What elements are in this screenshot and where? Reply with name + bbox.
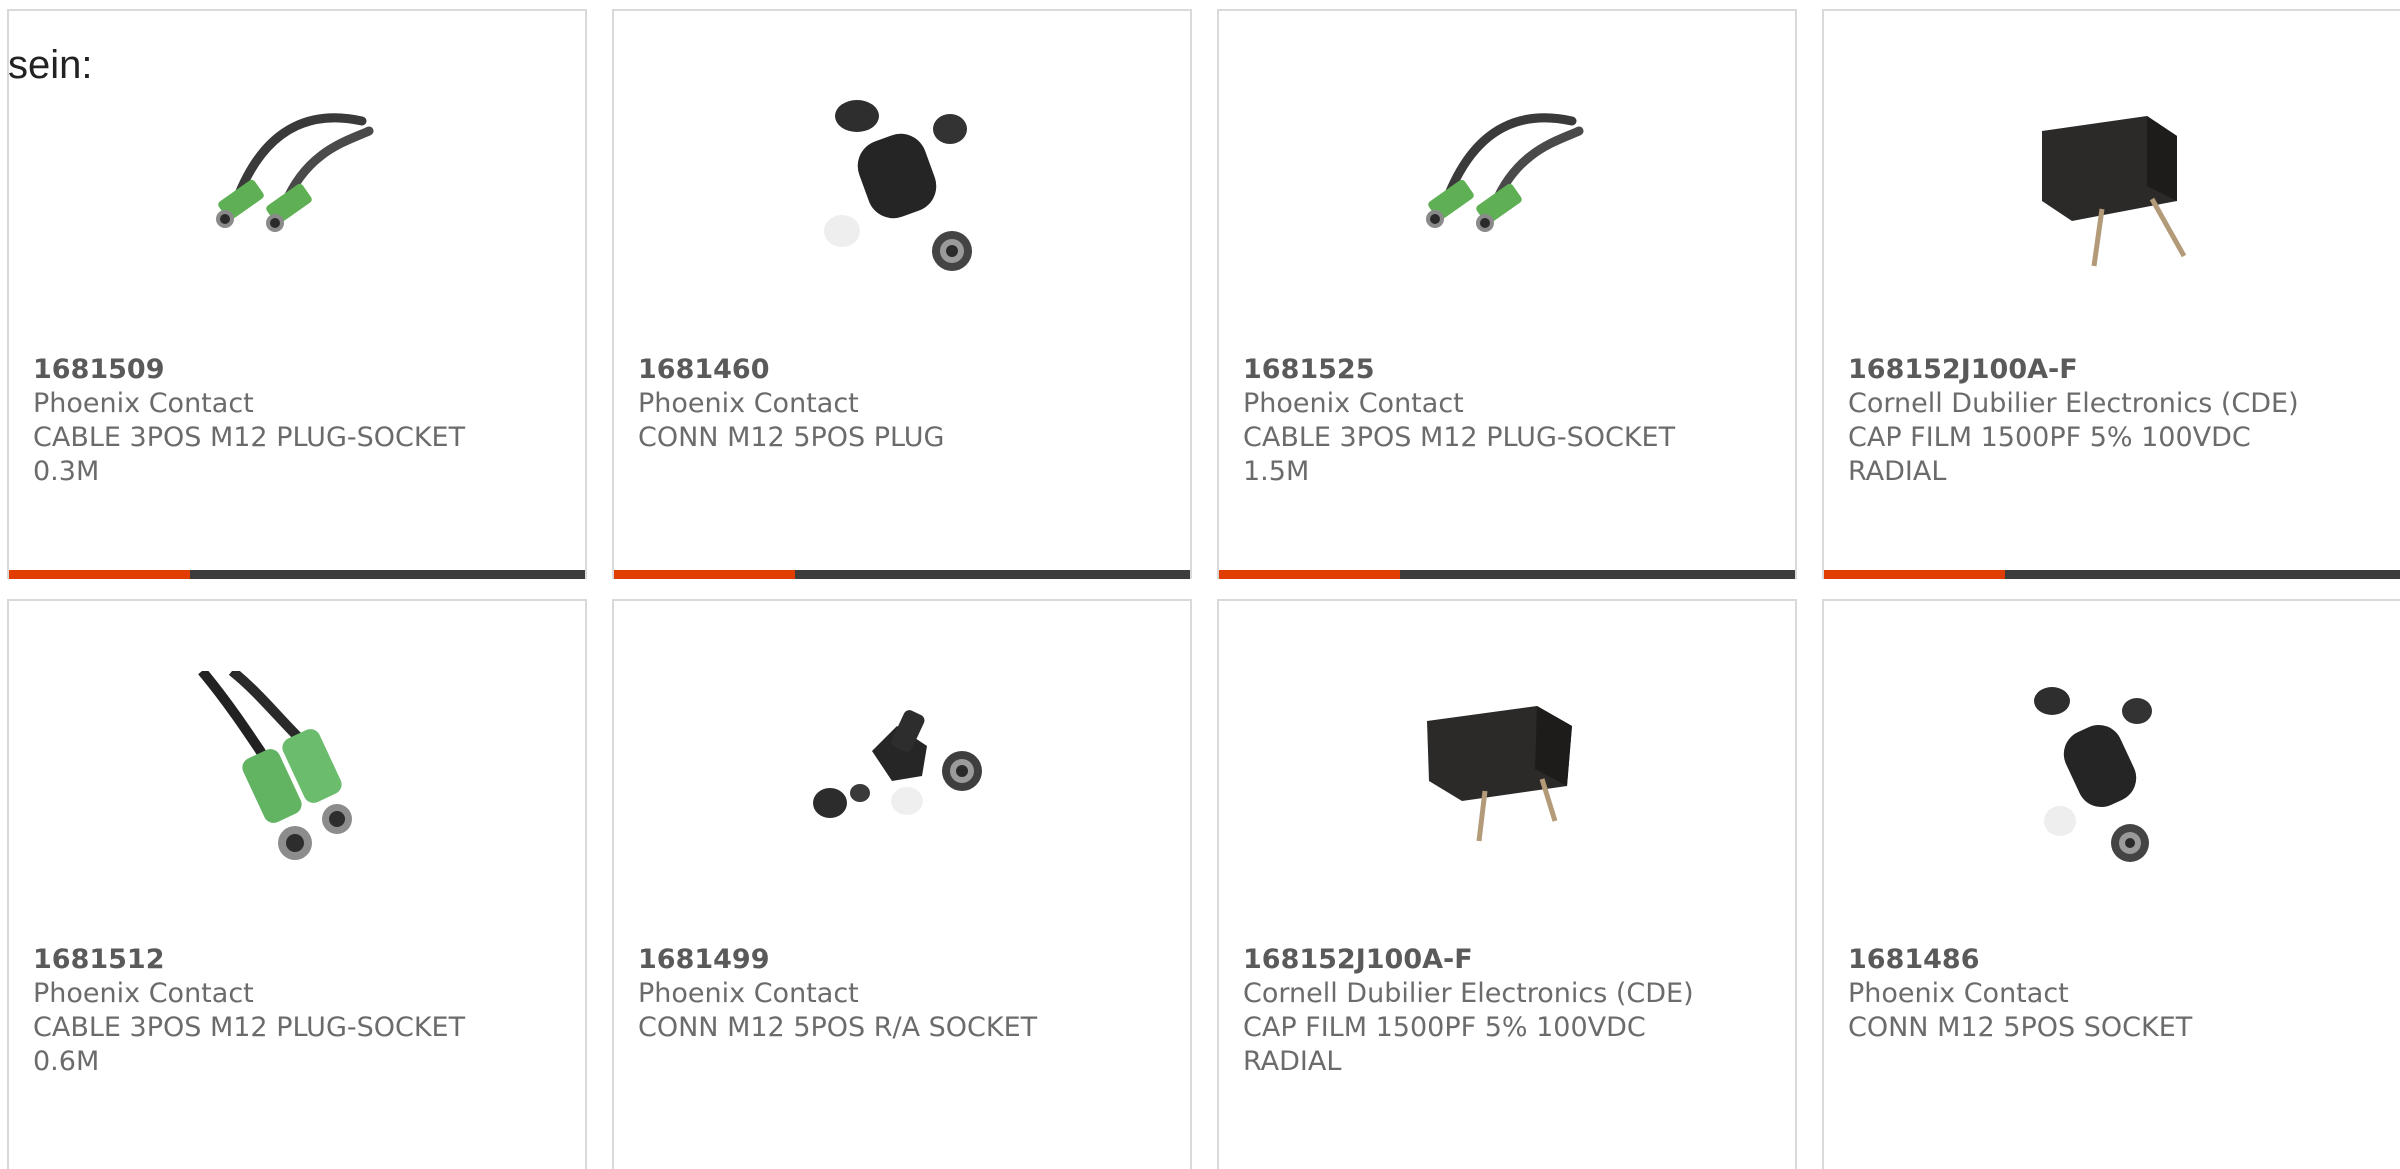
manufacturer: Phoenix Contact <box>33 978 254 1009</box>
card-footer-accent <box>614 570 795 579</box>
card-footer-bar <box>1824 570 2400 579</box>
part-number[interactable]: 1681499 <box>638 943 1170 977</box>
product-card[interactable]: 1681525 Phoenix Contact CABLE 3POS M12 P… <box>1217 9 1797 579</box>
description-cont: 0.3M <box>33 456 100 487</box>
description: CABLE 3POS M12 PLUG-SOCKET <box>33 422 466 453</box>
description: CONN M12 5POS R/A SOCKET <box>638 1012 1038 1043</box>
card-text: 1681525 Phoenix Contact CABLE 3POS M12 P… <box>1243 353 1775 489</box>
m12-right-angle-connector-icon[interactable] <box>802 671 1002 871</box>
product-card[interactable]: 168152J100A-F Cornell Dubilier Electroni… <box>1217 599 1797 1169</box>
description: CABLE 3POS M12 PLUG-SOCKET <box>1243 422 1676 453</box>
m12-connector-kit-icon[interactable] <box>2012 671 2212 871</box>
description: CONN M12 5POS SOCKET <box>1848 1012 2193 1043</box>
card-footer-bar <box>1219 570 1795 579</box>
manufacturer: Phoenix Contact <box>1848 978 2069 1009</box>
part-number[interactable]: 1681509 <box>33 353 565 387</box>
manufacturer: Phoenix Contact <box>638 978 859 1009</box>
part-number[interactable]: 1681512 <box>33 943 565 977</box>
card-text: 1681460 Phoenix Contact CONN M12 5POS PL… <box>638 353 1170 455</box>
description: CABLE 3POS M12 PLUG-SOCKET <box>33 1012 466 1043</box>
description-cont: 0.6M <box>33 1046 100 1077</box>
product-card[interactable]: 1681486 Phoenix Contact CONN M12 5POS SO… <box>1822 599 2400 1169</box>
film-capacitor-icon[interactable] <box>1407 671 1607 871</box>
part-number[interactable]: 168152J100A-F <box>1848 353 2380 387</box>
description: CAP FILM 1500PF 5% 100VDC <box>1848 422 2251 453</box>
manufacturer: Cornell Dubilier Electronics (CDE) <box>1243 978 1694 1009</box>
card-text: 168152J100A-F Cornell Dubilier Electroni… <box>1243 943 1775 1079</box>
section-heading: sein: <box>8 43 93 87</box>
description-cont: RADIAL <box>1243 1046 1342 1077</box>
film-capacitor-icon[interactable] <box>2012 81 2212 281</box>
product-card[interactable]: 1681509 Phoenix Contact CABLE 3POS M12 P… <box>7 9 587 579</box>
product-card[interactable]: 168152J100A-F Cornell Dubilier Electroni… <box>1822 9 2400 579</box>
product-card[interactable]: 1681460 Phoenix Contact CONN M12 5POS PL… <box>612 9 1192 579</box>
description-cont: RADIAL <box>1848 456 1947 487</box>
card-text: 1681499 Phoenix Contact CONN M12 5POS R/… <box>638 943 1170 1045</box>
card-text: 1681509 Phoenix Contact CABLE 3POS M12 P… <box>33 353 565 489</box>
product-card[interactable]: 1681499 Phoenix Contact CONN M12 5POS R/… <box>612 599 1192 1169</box>
card-footer-accent <box>9 570 190 579</box>
card-footer-accent <box>1219 570 1400 579</box>
part-number[interactable]: 1681525 <box>1243 353 1775 387</box>
product-grid: 1681509 Phoenix Contact CABLE 3POS M12 P… <box>7 9 2400 1169</box>
card-text: 168152J100A-F Cornell Dubilier Electroni… <box>1848 353 2380 489</box>
description: CONN M12 5POS PLUG <box>638 422 945 453</box>
product-card[interactable]: 1681512 Phoenix Contact CABLE 3POS M12 P… <box>7 599 587 1169</box>
part-number[interactable]: 168152J100A-F <box>1243 943 1775 977</box>
part-number[interactable]: 1681486 <box>1848 943 2380 977</box>
card-footer-bar <box>614 570 1190 579</box>
description-cont: 1.5M <box>1243 456 1310 487</box>
manufacturer: Phoenix Contact <box>638 388 859 419</box>
description: CAP FILM 1500PF 5% 100VDC <box>1243 1012 1646 1043</box>
card-footer-bar <box>9 570 585 579</box>
card-text: 1681486 Phoenix Contact CONN M12 5POS SO… <box>1848 943 2380 1045</box>
m12-connector-kit-icon[interactable] <box>802 81 1002 281</box>
card-footer-accent <box>1824 570 2005 579</box>
manufacturer: Phoenix Contact <box>1243 388 1464 419</box>
card-text: 1681512 Phoenix Contact CABLE 3POS M12 P… <box>33 943 565 1079</box>
manufacturer: Phoenix Contact <box>33 388 254 419</box>
part-number[interactable]: 1681460 <box>638 353 1170 387</box>
manufacturer: Cornell Dubilier Electronics (CDE) <box>1848 388 2299 419</box>
m12-cable-closeup-icon[interactable] <box>197 671 397 871</box>
m12-cable-icon[interactable] <box>197 81 397 281</box>
m12-cable-icon[interactable] <box>1407 81 1607 281</box>
